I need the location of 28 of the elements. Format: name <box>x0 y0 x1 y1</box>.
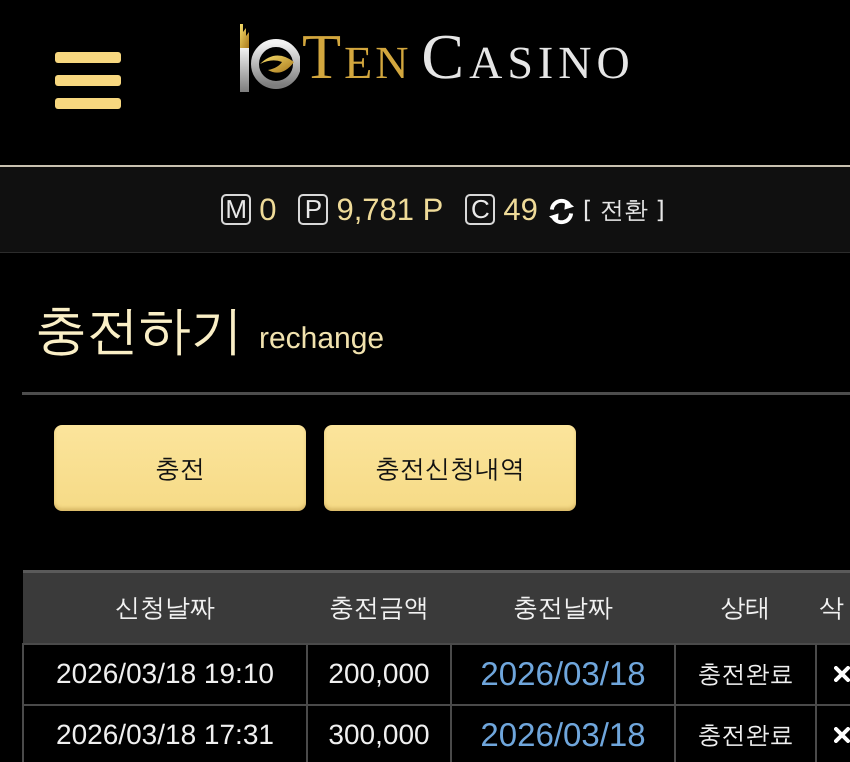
delete-icon[interactable] <box>834 666 850 682</box>
column-header: 충전금액 <box>307 572 451 644</box>
page-title: 충전하기 <box>35 300 243 363</box>
date-link[interactable]: 2026/03/18 <box>451 644 675 704</box>
refresh-icon[interactable] <box>548 198 575 225</box>
table-cell: 2026/03/18 19:10 <box>23 644 307 704</box>
column-header: 삭 <box>816 572 850 644</box>
logo-icon <box>238 24 300 94</box>
delete-icon[interactable] <box>834 727 850 743</box>
balance-value: 49 <box>503 192 538 228</box>
tab-button[interactable]: 충전 <box>54 425 306 511</box>
currency-badge: C <box>465 194 496 225</box>
convert-link[interactable]: [ 전환 ] <box>582 194 665 224</box>
column-header: 상태 <box>675 572 816 644</box>
logo-text: TEN <box>302 32 412 88</box>
column-header: 신청날짜 <box>23 572 307 644</box>
balance-value: 9,781 P <box>336 192 444 228</box>
table-cell: 2026/03/18 17:31 <box>23 704 307 762</box>
currency-badge: P <box>298 194 328 225</box>
table-cell: 충전완료 <box>675 644 816 704</box>
column-header: 충전날짜 <box>451 572 675 644</box>
page-subtitle: rechange <box>259 322 384 356</box>
table-cell: 200,000 <box>307 644 451 704</box>
tab-button[interactable]: 충전신청내역 <box>324 425 576 511</box>
menu-icon[interactable] <box>55 52 121 109</box>
balance-value: 0 <box>259 192 276 228</box>
logo-text: CASINO <box>421 32 635 88</box>
currency-badge: M <box>221 194 252 225</box>
